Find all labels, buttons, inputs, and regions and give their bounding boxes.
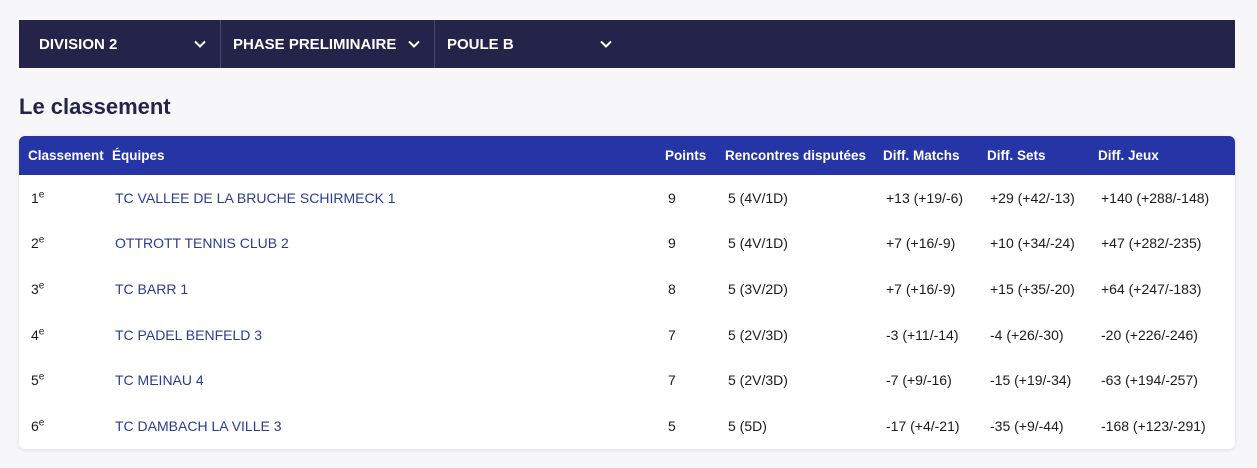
diff-sets-cell: -35 (+9/-44) <box>990 417 1064 434</box>
team-cell: TC VALLEE DE LA BRUCHE SCHIRMECK 1 <box>112 190 665 206</box>
phase-label: PHASE PRELIMINAIRE <box>233 35 397 53</box>
rank-cell: 2e <box>31 234 45 252</box>
team-cell: TC DAMBACH LA VILLE 3 <box>112 418 665 434</box>
table-header: Classement Équipes Points Rencontres dis… <box>19 136 1235 175</box>
header-points: Points <box>665 148 707 163</box>
chevron-down-icon <box>192 36 208 52</box>
header-rencontres: Rencontres disputées <box>725 148 867 163</box>
points-cell: 9 <box>668 235 676 252</box>
rencontres-cell: 5 (4V/1D) <box>728 189 788 206</box>
header-team: Équipes <box>112 148 165 163</box>
table-row: 4e TC PADEL BENFELD 3 7 5 (2V/3D) -3 (+1… <box>19 312 1235 358</box>
page-title: Le classement <box>19 94 171 119</box>
table-row: 1e TC VALLEE DE LA BRUCHE SCHIRMECK 1 9 … <box>19 175 1235 221</box>
points-cell: 9 <box>668 189 676 206</box>
diff-matchs-cell: +13 (+19/-6) <box>886 189 964 206</box>
diff-jeux-cell: +64 (+247/-183) <box>1101 280 1202 297</box>
diff-jeux-cell: +47 (+282/-235) <box>1101 235 1202 252</box>
rencontres-cell: 5 (2V/3D) <box>728 372 788 389</box>
diff-jeux-cell: +140 (+288/-148) <box>1101 189 1210 206</box>
table-row: 3e TC BARR 1 8 5 (3V/2D) +7 (+16/-9) +15… <box>19 266 1235 312</box>
points-cell: 7 <box>668 372 676 389</box>
diff-sets-cell: -4 (+26/-30) <box>990 326 1064 343</box>
poule-label: POULE B <box>447 35 514 53</box>
chevron-down-icon <box>598 36 614 52</box>
team-link[interactable]: OTTROTT TENNIS CLUB 2 <box>115 235 289 251</box>
rencontres-cell: 5 (4V/1D) <box>728 235 788 252</box>
rencontres-cell: 5 (5D) <box>728 417 767 434</box>
team-link[interactable]: TC MEINAU 4 <box>115 372 204 388</box>
diff-sets-cell: +29 (+42/-13) <box>990 189 1075 206</box>
points-cell: 8 <box>668 280 676 297</box>
diff-jeux-cell: -20 (+226/-246) <box>1101 326 1198 343</box>
rank-cell: 5e <box>31 371 45 389</box>
header-diff-matchs: Diff. Matchs <box>883 148 960 163</box>
phase-select[interactable]: PHASE PRELIMINAIRE <box>220 20 434 68</box>
diff-sets-cell: -15 (+19/-34) <box>990 372 1072 389</box>
team-link[interactable]: TC DAMBACH LA VILLE 3 <box>115 418 282 434</box>
diff-jeux-cell: -63 (+194/-257) <box>1101 372 1198 389</box>
rank-cell: 6e <box>31 417 45 434</box>
rank-cell: 1e <box>31 189 45 206</box>
diff-matchs-cell: -17 (+4/-21) <box>886 417 960 434</box>
division-label: DIVISION 2 <box>39 35 118 53</box>
points-cell: 5 <box>668 417 676 434</box>
diff-sets-cell: +10 (+34/-24) <box>990 235 1075 252</box>
rank-cell: 3e <box>31 280 45 297</box>
table-row: 6e TC DAMBACH LA VILLE 3 5 5 (5D) -17 (+… <box>19 403 1235 449</box>
table-row: 2e OTTROTT TENNIS CLUB 2 9 5 (4V/1D) +7 … <box>19 221 1235 267</box>
chevron-down-icon <box>406 36 422 52</box>
diff-matchs-cell: -3 (+11/-14) <box>886 326 959 343</box>
filter-bar: DIVISION 2 PHASE PRELIMINAIRE POULE B <box>19 20 1235 68</box>
team-cell: OTTROTT TENNIS CLUB 2 <box>112 235 665 251</box>
diff-sets-cell: +15 (+35/-20) <box>990 280 1075 297</box>
table-row: 5e TC MEINAU 4 7 5 (2V/3D) -7 (+9/-16) -… <box>19 357 1235 403</box>
diff-jeux-cell: -168 (+123/-291) <box>1101 417 1206 434</box>
team-link[interactable]: TC VALLEE DE LA BRUCHE SCHIRMECK 1 <box>115 190 396 206</box>
poule-select[interactable]: POULE B <box>434 20 626 68</box>
team-link[interactable]: TC PADEL BENFELD 3 <box>115 327 262 343</box>
team-cell: TC MEINAU 4 <box>112 372 665 388</box>
rencontres-cell: 5 (2V/3D) <box>728 326 788 343</box>
team-cell: TC PADEL BENFELD 3 <box>112 327 665 343</box>
rank-cell: 4e <box>31 325 45 343</box>
standings-table: Classement Équipes Points Rencontres dis… <box>19 136 1235 449</box>
diff-matchs-cell: +7 (+16/-9) <box>886 280 956 297</box>
diff-matchs-cell: +7 (+16/-9) <box>886 235 956 252</box>
team-cell: TC BARR 1 <box>112 281 665 297</box>
diff-matchs-cell: -7 (+9/-16) <box>886 372 952 389</box>
points-cell: 7 <box>668 326 676 343</box>
team-link[interactable]: TC BARR 1 <box>115 281 188 297</box>
header-rank: Classement <box>28 148 104 163</box>
division-select[interactable]: DIVISION 2 <box>19 20 220 68</box>
header-diff-sets: Diff. Sets <box>987 148 1046 163</box>
header-diff-jeux: Diff. Jeux <box>1098 148 1159 163</box>
rencontres-cell: 5 (3V/2D) <box>728 280 788 297</box>
